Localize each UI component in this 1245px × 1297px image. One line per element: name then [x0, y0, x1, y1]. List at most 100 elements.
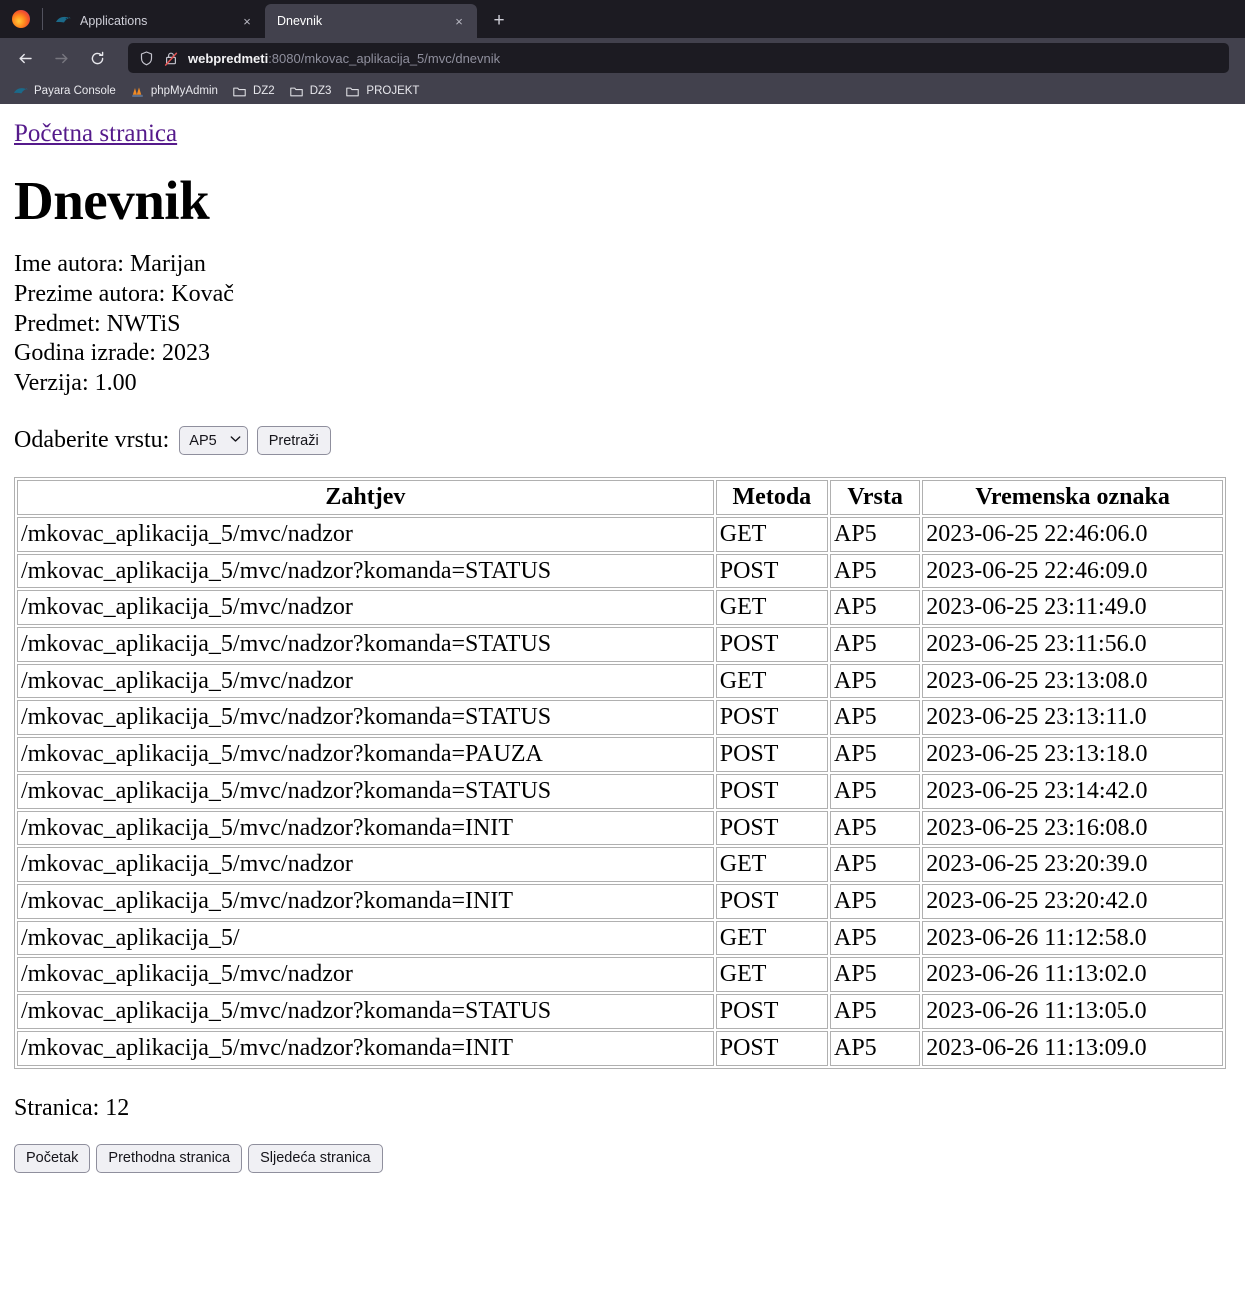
- cell-vremenska-oznaka: 2023-06-25 23:13:11.0: [922, 700, 1223, 736]
- cell-zahtjev: /mkovac_aplikacija_5/: [17, 920, 714, 956]
- cell-vremenska-oznaka: 2023-06-26 11:12:58.0: [922, 920, 1223, 956]
- column-header-zahtjev: Zahtjev: [17, 480, 714, 515]
- meta-ime-autora: Ime autora: Marijan: [14, 250, 206, 277]
- cell-metoda: POST: [715, 1030, 828, 1066]
- cell-zahtjev: /mkovac_aplikacija_5/mvc/nadzor?komanda=…: [17, 1030, 714, 1066]
- url-text: webpredmeti:8080/mkovac_aplikacija_5/mvc…: [188, 51, 500, 66]
- cell-zahtjev: /mkovac_aplikacija_5/mvc/nadzor?komanda=…: [17, 810, 714, 846]
- cell-vremenska-oznaka: 2023-06-26 11:13:02.0: [922, 957, 1223, 993]
- cell-vrsta: AP5: [830, 920, 921, 956]
- lock-crossed-icon[interactable]: [163, 50, 179, 67]
- phpmyadmin-icon: [130, 84, 145, 99]
- cell-vremenska-oznaka: 2023-06-26 11:13:05.0: [922, 994, 1223, 1029]
- folder-icon: [289, 84, 304, 99]
- url-path: :8080/mkovac_aplikacija_5/mvc/dnevnik: [268, 50, 501, 66]
- table-row: /mkovac_aplikacija_5/mvc/nadzor?komanda=…: [17, 884, 1223, 919]
- url-bar[interactable]: webpredmeti:8080/mkovac_aplikacija_5/mvc…: [128, 43, 1229, 73]
- cell-zahtjev: /mkovac_aplikacija_5/mvc/nadzor?komanda=…: [17, 700, 714, 736]
- cell-zahtjev: /mkovac_aplikacija_5/mvc/nadzor?komanda=…: [17, 994, 714, 1029]
- table-body: /mkovac_aplikacija_5/mvc/nadzor GET AP5 202…: [17, 516, 1223, 1066]
- close-icon[interactable]: ×: [449, 11, 469, 31]
- firefox-logo-icon: [0, 0, 42, 38]
- tab-title: Applications: [80, 14, 148, 28]
- page-content: Početna stranica Dnevnik Ime autora: Mar…: [0, 104, 1245, 1173]
- vrsta-select-value: AP5: [189, 432, 217, 449]
- cell-vremenska-oznaka: 2023-06-25 23:16:08.0: [922, 810, 1223, 846]
- cell-metoda: POST: [715, 737, 828, 772]
- table-row: /mkovac_aplikacija_5/mvc/nadzor GET AP5 202…: [17, 847, 1223, 883]
- bookmark-dz2[interactable]: DZ2: [225, 80, 282, 102]
- column-header-vrsta: Vrsta: [830, 480, 921, 515]
- cell-zahtjev: /mkovac_aplikacija_5/mvc/nadzor: [17, 663, 714, 699]
- cell-metoda: GET: [715, 957, 828, 993]
- back-arrow-icon[interactable]: [8, 42, 42, 74]
- tab-applications[interactable]: Applications ×: [43, 4, 265, 38]
- cell-vrsta: AP5: [830, 737, 921, 772]
- cell-vrsta: AP5: [830, 553, 921, 589]
- cell-metoda: POST: [715, 994, 828, 1029]
- cell-zahtjev: /mkovac_aplikacija_5/mvc/nadzor: [17, 516, 714, 552]
- bookmarks-bar: Payara Console phpMyAdmin DZ2 DZ3 PROJEK…: [0, 78, 1245, 104]
- shield-icon[interactable]: [138, 50, 155, 67]
- bookmark-projekt[interactable]: PROJEKT: [338, 80, 426, 102]
- forward-arrow-icon: [44, 42, 78, 74]
- bookmark-payara-console[interactable]: Payara Console: [6, 80, 123, 102]
- browser-chrome: Applications × Dnevnik × + webpredmeti:8…: [0, 0, 1245, 104]
- previous-page-button[interactable]: Prethodna stranica: [96, 1143, 243, 1173]
- folder-icon: [345, 84, 360, 99]
- meta-godina-izrade: Godina izrade: 2023: [14, 340, 210, 367]
- folder-icon: [232, 84, 247, 99]
- home-page-link[interactable]: Početna stranica: [14, 120, 177, 149]
- cell-metoda: GET: [715, 590, 828, 625]
- cell-vrsta: AP5: [830, 700, 921, 736]
- tab-strip: Applications × Dnevnik × +: [0, 0, 1245, 38]
- bookmark-label: DZ2: [252, 85, 275, 97]
- table-row: /mkovac_aplikacija_5/mvc/nadzor?komanda=…: [17, 1030, 1223, 1066]
- tab-dnevnik[interactable]: Dnevnik ×: [265, 4, 477, 38]
- cell-zahtjev: /mkovac_aplikacija_5/mvc/nadzor?komanda=…: [17, 627, 714, 662]
- table-row: /mkovac_aplikacija_5/mvc/nadzor GET AP5 202…: [17, 590, 1223, 625]
- cell-zahtjev: /mkovac_aplikacija_5/mvc/nadzor?komanda=…: [17, 773, 714, 809]
- column-header-vremenska-oznaka: Vremenska oznaka: [922, 480, 1223, 515]
- dnevnik-table: Zahtjev Metoda Vrsta Vremenska oznaka /m…: [14, 477, 1226, 1069]
- payara-favicon-icon: [55, 13, 71, 29]
- cell-vremenska-oznaka: 2023-06-25 23:13:18.0: [922, 737, 1223, 772]
- table-head: Zahtjev Metoda Vrsta Vremenska oznaka: [17, 480, 1223, 515]
- cell-vremenska-oznaka: 2023-06-25 23:11:56.0: [922, 627, 1223, 662]
- bookmark-label: PROJEKT: [366, 85, 420, 97]
- bookmark-dz3[interactable]: DZ3: [282, 80, 339, 102]
- tab-title: Dnevnik: [277, 14, 323, 28]
- reload-icon[interactable]: [80, 42, 114, 74]
- cell-vrsta: AP5: [830, 773, 921, 809]
- bookmark-label: DZ3: [309, 85, 332, 97]
- cell-zahtjev: /mkovac_aplikacija_5/mvc/nadzor: [17, 847, 714, 883]
- cell-metoda: GET: [715, 920, 828, 956]
- cell-metoda: POST: [715, 810, 828, 846]
- cell-vremenska-oznaka: 2023-06-26 11:13:09.0: [922, 1030, 1223, 1066]
- table-row: /mkovac_aplikacija_5/mvc/nadzor GET AP5 202…: [17, 957, 1223, 993]
- bookmark-label: phpMyAdmin: [150, 85, 218, 97]
- first-page-button[interactable]: Početak: [14, 1143, 91, 1173]
- close-icon[interactable]: ×: [237, 11, 257, 31]
- navigation-toolbar: webpredmeti:8080/mkovac_aplikacija_5/mvc…: [0, 38, 1245, 78]
- cell-metoda: POST: [715, 773, 828, 809]
- column-header-metoda: Metoda: [715, 480, 828, 515]
- vrsta-select[interactable]: AP5: [179, 426, 248, 456]
- cell-vrsta: AP5: [830, 847, 921, 883]
- cell-vrsta: AP5: [830, 1030, 921, 1066]
- table-row: /mkovac_aplikacija_5/GET AP5 2023-06-26 11…: [17, 920, 1223, 956]
- cell-vrsta: AP5: [830, 994, 921, 1029]
- cell-vrsta: AP5: [830, 957, 921, 993]
- cell-vrsta: AP5: [830, 516, 921, 552]
- vrsta-label: Odaberite vrstu:: [14, 427, 170, 454]
- cell-metoda: GET: [715, 663, 828, 699]
- new-tab-button[interactable]: +: [483, 6, 515, 36]
- bookmark-phpmyadmin[interactable]: phpMyAdmin: [123, 80, 225, 102]
- table-row: /mkovac_aplikacija_5/mvc/nadzor GET AP5 202…: [17, 663, 1223, 699]
- next-page-button[interactable]: Sljedeća stranica: [248, 1143, 383, 1173]
- cell-metoda: POST: [715, 553, 828, 589]
- cell-vrsta: AP5: [830, 627, 921, 662]
- cell-metoda: POST: [715, 884, 828, 919]
- pretrazi-button[interactable]: Pretraži: [256, 426, 331, 456]
- cell-vremenska-oznaka: 2023-06-25 23:11:49.0: [922, 590, 1223, 625]
